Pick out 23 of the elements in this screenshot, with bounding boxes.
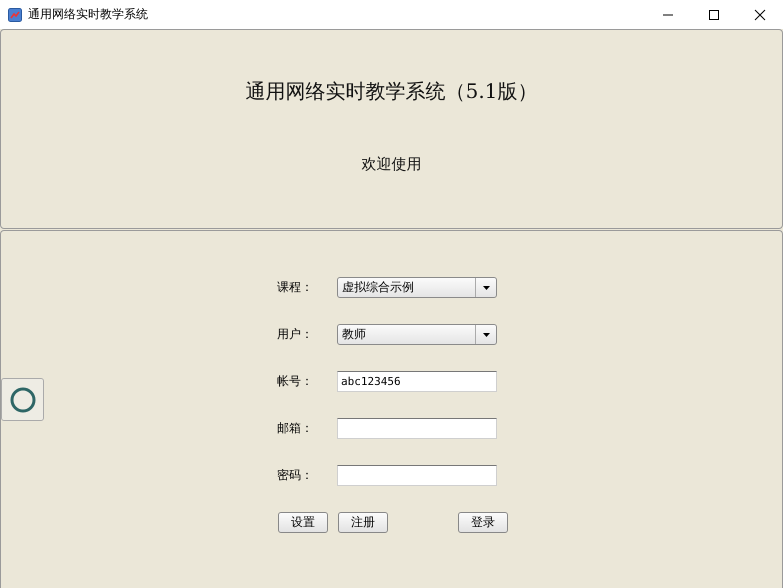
dropdown[interactable]: 虚拟综合示例 — [337, 277, 497, 298]
caret-icon — [482, 332, 490, 336]
field-label: 课程： — [277, 279, 314, 296]
window-title: 通用网络实时教学系统 — [28, 6, 149, 23]
caret-icon — [482, 286, 490, 290]
welcome-text: 欢迎使用 — [362, 155, 422, 174]
app-icon — [8, 8, 22, 22]
form-button[interactable]: 设置 — [278, 512, 328, 533]
field-label: 密码： — [277, 467, 314, 484]
dropdown[interactable]: 教师 — [337, 324, 497, 345]
app-title: 通用网络实时教学系统（5.1版） — [246, 78, 538, 105]
circle-button[interactable] — [1, 378, 44, 421]
form-button[interactable]: 登录 — [458, 512, 508, 533]
field-label: 邮箱： — [277, 420, 314, 437]
input-field[interactable] — [337, 465, 497, 486]
maximize-icon — [708, 8, 720, 20]
close-icon — [754, 8, 766, 20]
field-label: 用户： — [277, 326, 314, 343]
form-button[interactable]: 注册 — [338, 512, 388, 533]
field-label: 帐号： — [277, 373, 314, 390]
input-field[interactable]: abc123456 — [337, 371, 497, 392]
input-field[interactable] — [337, 418, 497, 439]
circle-icon — [10, 386, 36, 412]
